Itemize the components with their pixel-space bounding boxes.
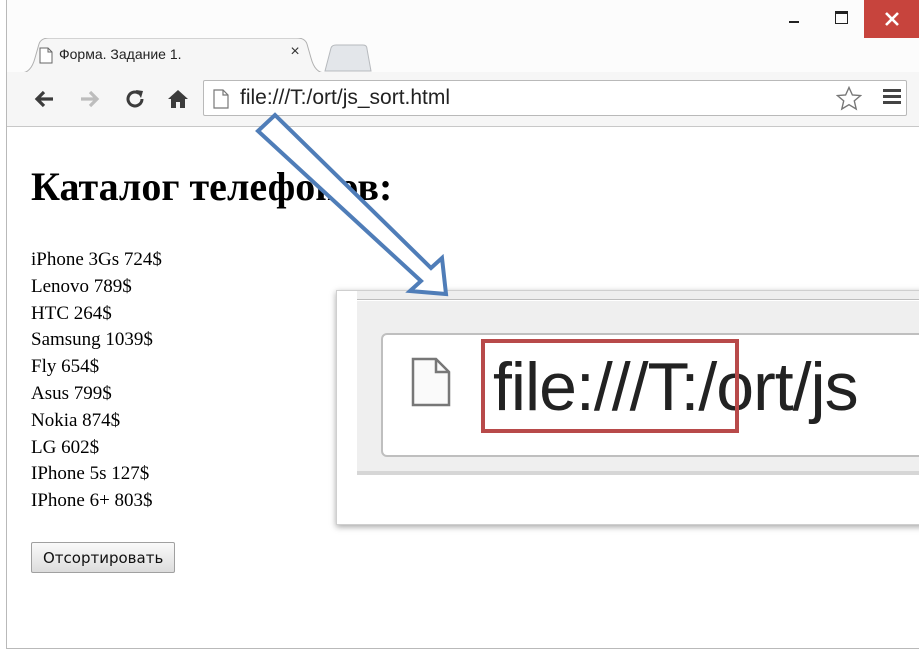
list-item: LG 602$ [31,436,100,458]
reload-button[interactable] [120,84,150,114]
zoom-callout: file:///T:/ort/js [336,290,919,525]
back-arrow-icon [34,90,53,108]
maximize-button[interactable] [818,0,864,34]
list-item: Fly 654$ [31,356,100,378]
list-item: iPhone 3Gs 724$ [31,249,162,270]
home-icon [168,90,188,108]
list-item: IPhone 6+ 803$ [31,490,153,512]
url-text: file:///T:/ort/js_sort.html [240,86,451,109]
star-icon[interactable] [836,86,862,111]
list-item: Lenovo 789$ [31,275,132,297]
new-tab-button[interactable] [323,44,373,72]
list-item: IPhone 5s 127$ [31,463,150,485]
list-item: Samsung 1039$ [31,329,153,351]
page-title: Каталог телефонов: [31,164,393,209]
sort-button[interactable]: Отсортировать [31,542,176,573]
close-icon [885,12,899,26]
tab-close-icon[interactable]: × [287,43,303,63]
tab-title: Форма. Задание 1. [59,46,182,62]
home-button[interactable] [163,84,193,114]
tab-page-icon [39,47,53,64]
highlight-rectangle [481,339,739,433]
list-item: HTC 264$ [31,302,112,324]
phone-list: iPhone 3Gs 724$ Lenovo 789$ HTC 264$ Sam… [31,247,162,515]
reload-icon [126,90,144,108]
list-item: Nokia 874$ [31,409,121,431]
minimize-icon [789,21,799,23]
back-button[interactable] [29,84,59,114]
maximize-icon [834,10,848,24]
address-bar[interactable]: file:///T:/ort/js_sort.html [203,80,907,116]
list-item: Asus 799$ [31,382,112,404]
forward-arrow-icon [81,90,100,108]
menu-icon [883,89,901,92]
forward-button[interactable] [75,84,105,114]
title-bar: Форма. Задание 1. × [7,0,919,74]
callout-page-icon [411,357,451,407]
browser-toolbar: file:///T:/ort/js_sort.html [7,72,919,127]
close-window-button[interactable] [864,0,919,38]
callout-tab-strip [357,291,919,300]
minimize-button[interactable] [771,0,817,34]
menu-button[interactable] [877,86,907,114]
page-icon [213,89,229,109]
